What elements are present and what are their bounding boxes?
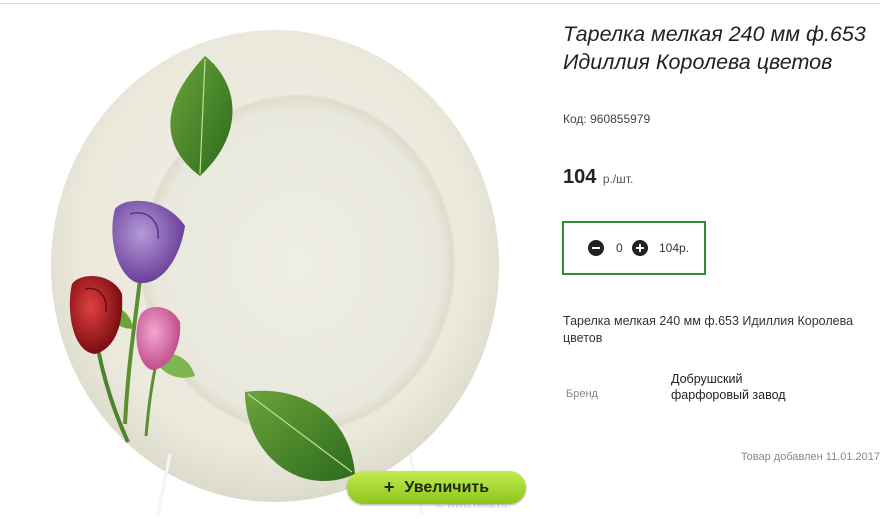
price-unit: р./шт. [602, 172, 634, 186]
zoom-button[interactable]: + Увеличить [347, 471, 526, 504]
product-code-value: 960855979 [590, 112, 651, 126]
product-code: Код: 960855979 [563, 112, 650, 126]
brand-value[interactable]: Добрушский фарфоровый завод [671, 371, 791, 403]
added-date: Товар добавлен 11.01.2017 [740, 451, 880, 463]
product-code-label: Код: [563, 112, 587, 126]
quantity-value[interactable]: 0 [616, 241, 623, 255]
plate-photo [51, 30, 499, 515]
plus-circle-icon[interactable] [632, 240, 648, 256]
price-value: 104 [563, 166, 597, 188]
minus-circle-icon[interactable] [588, 240, 604, 256]
plus-icon: + [383, 477, 395, 497]
cart-sum: 104р. [659, 241, 690, 255]
product-description: Тарелка мелкая 240 мм ф.653 Идиллия Коро… [563, 314, 854, 345]
product-title: Тарелка мелкая 240 мм ф.653 Идиллия Коро… [563, 22, 866, 74]
brand-label: Бренд [566, 388, 598, 400]
product-image[interactable]: © www.relia.ru + Увеличить [0, 4, 545, 519]
product-price: 104 р./шт. [563, 166, 633, 189]
quantity-stepper: 0 104р. [562, 221, 706, 275]
zoom-button-label: Увеличить [404, 478, 490, 496]
